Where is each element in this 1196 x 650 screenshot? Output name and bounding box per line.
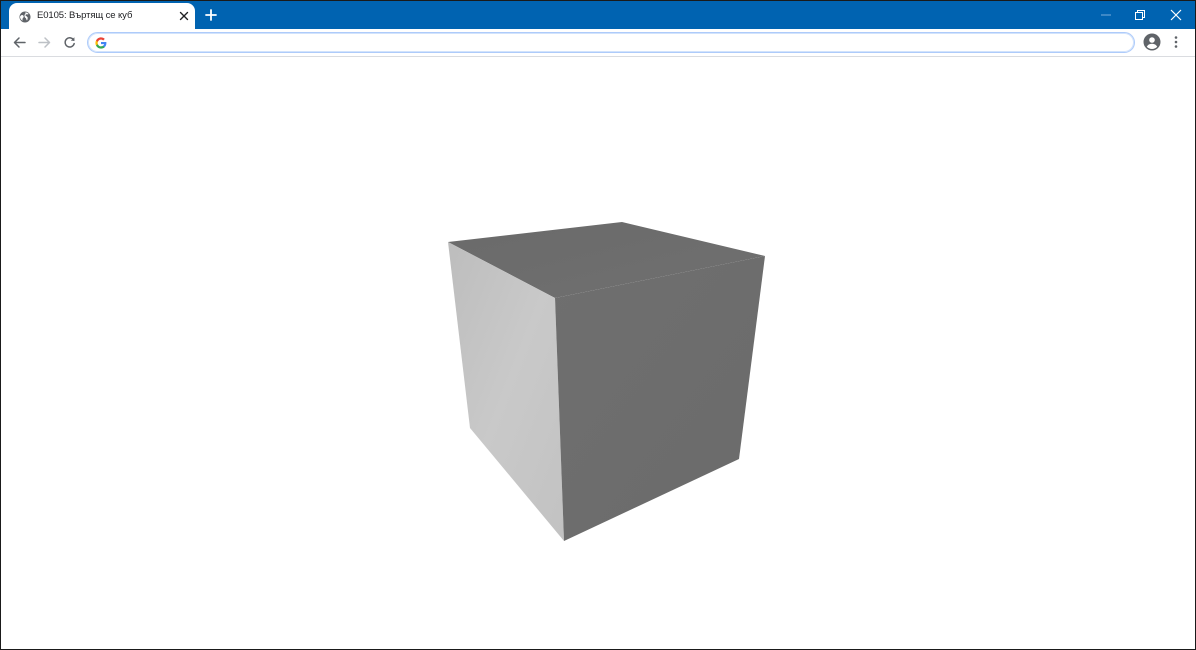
page-content [1,57,1195,649]
arrow-right-icon[interactable] [36,34,52,50]
browser-tab[interactable]: E0105: Въртящ се куб [9,3,195,29]
arrow-left-icon[interactable] [11,34,27,50]
restore-icon[interactable] [1129,5,1151,25]
google-g-icon [95,36,107,49]
address-bar[interactable] [87,32,1135,53]
close-tab-icon[interactable] [177,9,191,23]
browser-window: E0105: Въртящ се куб [0,0,1196,650]
plus-icon[interactable] [203,7,219,23]
tab-strip: E0105: Въртящ се куб [1,1,1195,29]
close-icon[interactable] [1165,5,1187,25]
cube-front-face [555,256,765,541]
browser-toolbar [1,29,1195,57]
tab-title: E0105: Въртящ се куб [37,10,133,21]
reload-icon[interactable] [61,34,77,50]
address-input[interactable] [114,35,1114,49]
account-circle-icon[interactable] [1143,33,1161,51]
cube-scene [448,222,765,541]
globe-icon [19,10,31,23]
minimize-icon[interactable] [1095,5,1117,25]
vertical-dots-icon[interactable] [1169,34,1183,50]
